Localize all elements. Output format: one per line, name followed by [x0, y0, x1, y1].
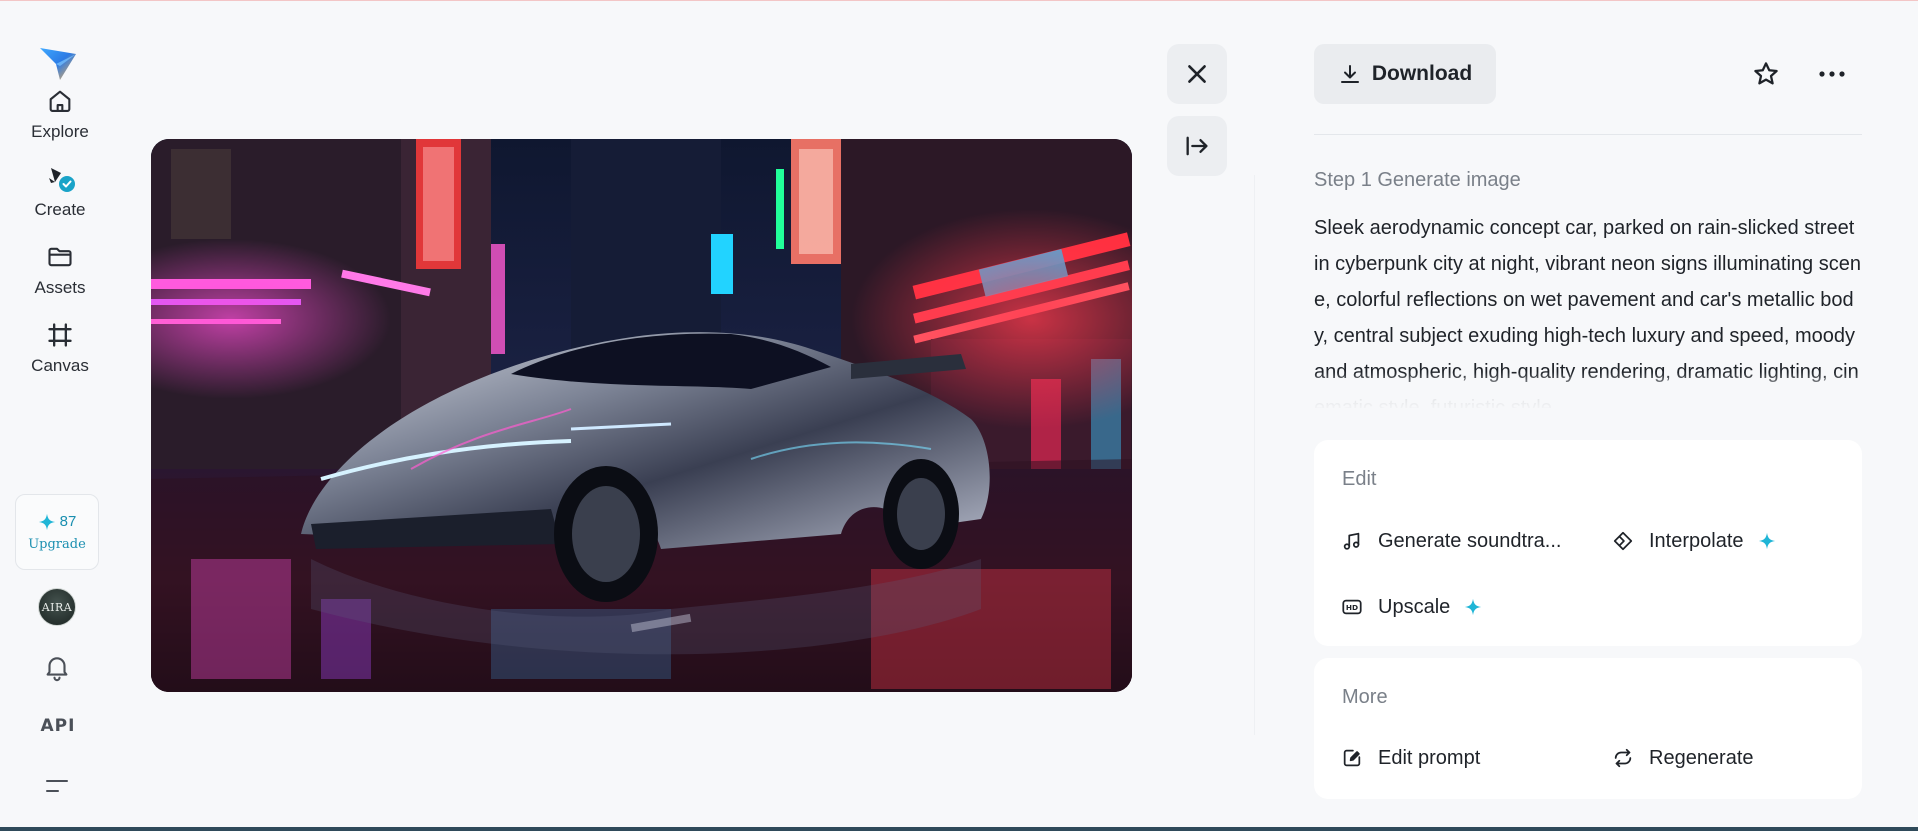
step-title: Step 1 Generate image: [1314, 169, 1521, 191]
car-image-illustration: [151, 139, 1132, 692]
more-options-button[interactable]: [1814, 56, 1850, 92]
sidebar-item-label: Create: [34, 200, 86, 219]
action-label: Edit prompt: [1378, 746, 1481, 769]
sidebar-item-create[interactable]: Create: [10, 164, 110, 230]
sidebar-item-label: Explore: [31, 122, 89, 141]
sidebar: Explore Create Assets Canvas 87 Upgrade …: [0, 0, 120, 831]
close-button[interactable]: [1167, 44, 1227, 104]
credits-upgrade-box[interactable]: 87 Upgrade: [15, 494, 99, 570]
panel-separator: [1314, 134, 1862, 135]
edit-prompt-icon: [1340, 746, 1364, 770]
hd-icon: HD: [1340, 595, 1364, 619]
avatar[interactable]: AIRA: [38, 588, 76, 626]
action-label: Generate soundtra...: [1378, 529, 1562, 552]
favorite-button[interactable]: [1748, 56, 1784, 92]
credit-count: 87: [38, 513, 77, 531]
prompt-fade: [1314, 372, 1862, 412]
api-link[interactable]: API: [0, 716, 116, 736]
app-logo-icon[interactable]: [38, 42, 78, 82]
bell-icon[interactable]: [42, 652, 72, 682]
generated-image[interactable]: [151, 139, 1132, 692]
interpolate-action[interactable]: Interpolate: [1611, 529, 1776, 553]
more-dots-icon: [1819, 71, 1845, 77]
collapse-panel-button[interactable]: [1167, 116, 1227, 176]
sidebar-item-assets[interactable]: Assets: [10, 242, 110, 308]
sparkle-icon: [38, 513, 55, 530]
folder-icon: [45, 242, 75, 272]
create-icon: [45, 164, 75, 194]
sparkle-icon: [1465, 598, 1482, 616]
download-button[interactable]: Download: [1314, 44, 1496, 104]
sidebar-item-label: Canvas: [31, 356, 89, 375]
action-label: Regenerate: [1649, 746, 1754, 769]
edit-prompt-action[interactable]: Edit prompt: [1340, 746, 1480, 770]
arrow-to-right-icon: [1186, 136, 1208, 156]
home-icon: [45, 86, 75, 116]
download-icon: [1340, 65, 1359, 83]
close-icon: [1188, 65, 1206, 83]
edit-card: Edit Generate soundtra... Interpolate HD…: [1314, 440, 1862, 646]
generate-soundtrack-action[interactable]: Generate soundtra...: [1340, 529, 1561, 553]
upscale-action[interactable]: HD Upscale: [1340, 595, 1482, 619]
regenerate-icon: [1611, 746, 1635, 770]
star-icon: [1754, 62, 1778, 85]
bottom-border: [0, 827, 1918, 831]
more-card: More Edit prompt Regenerate: [1314, 658, 1862, 799]
sidebar-item-explore[interactable]: Explore: [10, 86, 110, 152]
panel-divider: [1254, 175, 1255, 735]
music-note-icon: [1340, 529, 1364, 553]
regenerate-action[interactable]: Regenerate: [1611, 746, 1754, 770]
interpolate-diamond-icon: [1611, 529, 1635, 553]
svg-text:HD: HD: [1346, 603, 1358, 612]
action-label: Upscale: [1378, 595, 1451, 618]
action-label: Interpolate: [1649, 529, 1744, 552]
top-border: [0, 0, 1918, 1]
credit-value: 87: [59, 513, 77, 530]
more-card-title: More: [1342, 686, 1388, 708]
menu-icon[interactable]: [44, 776, 70, 796]
canvas-icon: [45, 320, 75, 350]
upgrade-link[interactable]: Upgrade: [28, 537, 86, 552]
sidebar-item-canvas[interactable]: Canvas: [10, 320, 110, 386]
sidebar-item-label: Assets: [34, 278, 86, 297]
sparkle-icon: [1758, 532, 1775, 550]
download-label: Download: [1371, 62, 1473, 85]
edit-card-title: Edit: [1342, 468, 1377, 490]
